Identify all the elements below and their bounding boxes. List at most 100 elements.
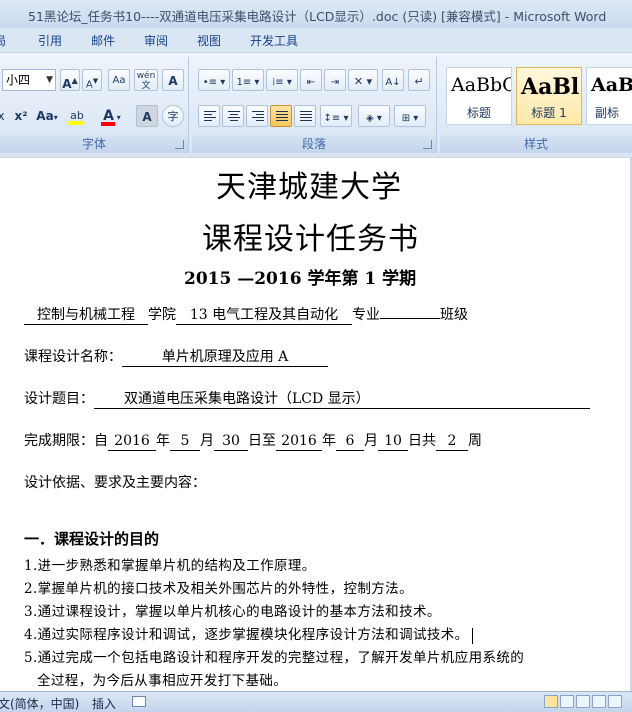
full-screen-reading-icon[interactable] [560,695,574,708]
status-language[interactable]: 文(简体，中国) [0,695,79,712]
deadline-year-end: 2016 [276,432,322,451]
char-border-button[interactable]: A [162,69,184,91]
grow-font-button[interactable]: A▲ [60,69,80,91]
course-name-value: 单片机原理及应用 A [122,348,328,367]
college-suffix: 学院 [148,307,176,323]
align-center-button[interactable] [222,105,244,127]
align-right-icon [252,111,264,123]
tab-mailings[interactable]: 邮件 [91,32,115,49]
subscript-label: x [0,109,5,123]
list-item: 2.掌握单片机的接口技术及相关外围芯片的外特性，控制方法。 [24,581,413,597]
dialog-launcher-icon[interactable] [175,140,184,149]
course-name-row: 课程设计名称： 单片机原理及应用 A [24,346,328,367]
style-name: 标题 [466,106,491,120]
college-value: 控制与机械工程 [24,306,148,325]
deadline-year-text: 年 [156,433,170,449]
deadline-month-text-end: 月 [364,433,378,449]
font-size-combo[interactable]: 小四 ▼ [2,69,56,91]
style-name: 标题 1 [531,106,567,120]
doc-title-university: 天津城建大学 [216,170,402,205]
list-item: 1.进一步熟悉和掌握单片机的结构及工作原理。 [24,558,316,574]
window-title: 51黑论坛_任务书10----双通道电压采集电路设计（LCD显示）.doc (只… [28,9,607,24]
char-shading-button[interactable]: A [136,105,158,127]
outline-view-icon[interactable] [592,695,606,708]
tab-layout[interactable]: 局 [0,32,6,49]
deadline-year-start: 2016 [108,432,156,451]
bullet-list-icon: •≡ ▾ [202,77,226,88]
tab-references[interactable]: 引用 [38,32,62,49]
subscript-button[interactable]: x [0,105,10,127]
indent-icon: ⇥ [330,77,340,88]
style-sample: AaB [591,74,632,96]
topic-value: 双通道电压采集电路设计（LCD 显示） [94,390,590,409]
tab-developer[interactable]: 开发工具 [250,32,298,49]
font-color-button[interactable]: A ▾ [96,105,128,127]
change-case-button[interactable]: Aa▾ [34,105,60,127]
deadline-year-text-end: 年 [322,433,336,449]
clear-format-button[interactable]: Aa [108,69,130,91]
paint-bucket-icon: ◈ ▾ [366,113,382,124]
chinese-layout-icon: ✕ ▾ [353,75,373,88]
outdent-icon: ⇤ [306,77,316,88]
draft-view-icon[interactable] [608,695,622,708]
title-bar: 51黑论坛_任务书10----双通道电压采集电路设计（LCD显示）.doc (只… [0,0,632,29]
doc-title-taskbook: 课程设计任务书 [202,222,419,257]
list-item: 4.通过实际程序设计和调试，逐步掌握模块化程序设计方法和调试技术。 [24,623,473,644]
status-bar: 文(简体，中国) 插入 [0,691,632,712]
numbering-button[interactable]: 1≡ ▾ [232,69,264,91]
paragraph-mark-icon: ↵ [414,75,424,88]
web-layout-icon[interactable] [576,695,590,708]
style-name: 副标 [595,106,620,120]
shading-button[interactable]: ◈ ▾ [358,105,390,127]
tab-review[interactable]: 审阅 [144,32,168,49]
status-insert-mode[interactable]: 插入 [92,695,116,712]
char-border-label: A [168,74,178,88]
decrease-indent-button[interactable]: ⇤ [300,69,322,91]
topic-label: 设计题目： [24,391,94,407]
deadline-weeks-text: 周 [468,433,482,449]
style-heading-1[interactable]: AaBl 标题 1 [516,67,582,125]
clear-format-label: Aa [112,75,126,86]
enclose-char-button[interactable]: 字 [162,105,184,127]
highlight-button[interactable]: ab [64,105,90,127]
shrink-font-button[interactable]: A▼ [82,69,102,91]
show-marks-button[interactable]: ↵ [408,69,430,91]
superscript-label: x² [14,109,28,123]
tab-view[interactable]: 视图 [197,32,221,49]
major-suffix: 专业 [352,307,380,323]
dialog-launcher-icon[interactable] [423,140,432,149]
increase-indent-button[interactable]: ⇥ [324,69,346,91]
print-layout-view-icon[interactable] [544,695,558,708]
enclose-char-label: 字 [167,110,179,123]
deadline-month-text: 月 [200,433,214,449]
basis-line: 设计依据、要求及主要内容： [24,475,206,491]
distribute-button[interactable] [294,105,316,127]
align-left-button[interactable] [198,105,220,127]
style-title[interactable]: AaBbC 标题 [446,67,512,125]
borders-button[interactable]: ⊞ ▾ [394,105,426,127]
styles-group-label: 样式 [440,135,632,153]
sort-button[interactable]: A↓ [382,69,404,91]
numbered-list-icon: 1≡ ▾ [236,77,260,88]
list-item-text: 4.通过实际程序设计和调试，逐步掌握模块化程序设计方法和调试技术。 [24,627,469,643]
phonetic-guide-button[interactable]: wén 文 [134,69,158,91]
macro-record-icon[interactable] [132,696,146,707]
align-left-icon [204,111,216,123]
line-spacing-button[interactable]: ↕≡ ▾ [320,105,352,127]
text-cursor [471,627,473,644]
multilevel-list-button[interactable]: ⁞≡ ▾ [266,69,298,91]
superscript-button[interactable]: x² [10,105,32,127]
justify-button[interactable] [270,105,292,127]
char-shading-label: A [142,110,152,124]
align-right-button[interactable] [246,105,268,127]
deadline-day-text-end: 日共 [408,433,436,449]
deadline-day-start: 30 [214,432,248,451]
chinese-layout-button[interactable]: ✕ ▾ [348,69,378,91]
align-center-icon [228,111,240,123]
section-heading: 一．课程设计的目的 [24,530,160,548]
deadline-month-start: 5 [170,432,200,451]
document-page[interactable]: 天津城建大学 课程设计任务书 2015 —2016 学年第 1 学期 控制与机械… [0,157,632,692]
bullets-button[interactable]: •≡ ▾ [198,69,230,91]
deadline-row: 完成期限：自 2016 年 5 月 30 日至 2016 年 6 月 10 日共 2 周 [24,430,482,451]
style-subtitle[interactable]: AaB 副标 [586,67,632,125]
